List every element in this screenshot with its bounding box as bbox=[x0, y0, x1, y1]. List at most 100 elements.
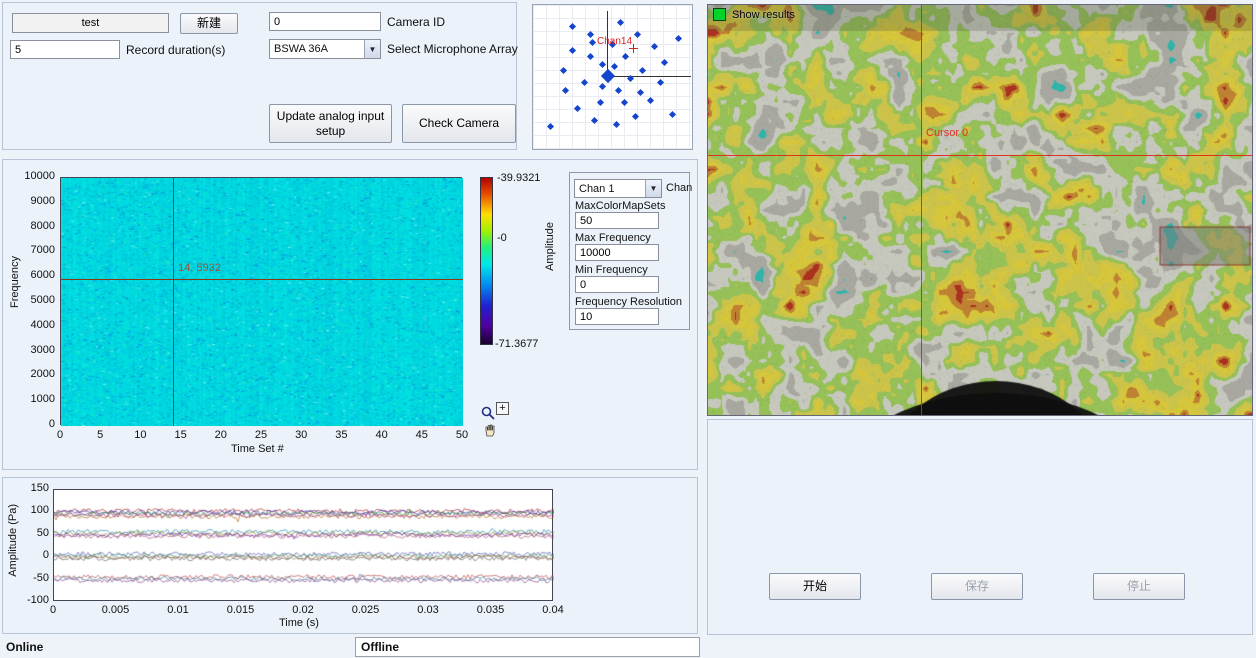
save-button[interactable]: 保存 bbox=[931, 573, 1023, 600]
waveform-plot-area bbox=[53, 489, 553, 601]
cursor-move-tool-icon[interactable]: + bbox=[496, 402, 509, 415]
channel-label: Chan bbox=[666, 182, 692, 194]
spectrogram-x-tick: 30 bbox=[286, 429, 316, 441]
spectrogram-cursor-hline[interactable] bbox=[61, 279, 463, 280]
mic-position-marker bbox=[599, 61, 606, 68]
show-results-control: Show results bbox=[713, 8, 795, 21]
camera-cursor-vline[interactable] bbox=[921, 5, 922, 415]
mic-position-marker bbox=[547, 123, 554, 130]
max-colormap-sets-input[interactable] bbox=[575, 212, 659, 229]
spectrogram-cursor-vline[interactable] bbox=[173, 178, 174, 426]
spectrogram-x-tick: 25 bbox=[246, 429, 276, 441]
check-camera-button[interactable]: Check Camera bbox=[402, 104, 516, 143]
mic-position-marker bbox=[587, 53, 594, 60]
zoom-tool-icon[interactable] bbox=[480, 405, 495, 420]
waveform-y-tick: 100 bbox=[7, 504, 49, 516]
colorbar-mid-value: -0 bbox=[497, 232, 507, 244]
waveform-x-axis-label: Time (s) bbox=[279, 617, 319, 629]
camera-view[interactable]: Cursor 0 Show results bbox=[707, 4, 1253, 416]
waveform-x-tick: 0.02 bbox=[283, 604, 323, 616]
acoustic-camera-app: 新建 Record duration(s) Camera ID BSWA 36A… bbox=[0, 0, 1256, 658]
camera-id-label: Camera ID bbox=[387, 15, 445, 29]
camera-cursor-hline[interactable] bbox=[708, 155, 1252, 156]
max-frequency-input[interactable] bbox=[575, 244, 659, 261]
mic-position-marker bbox=[574, 105, 581, 112]
spectrogram-x-tick: 10 bbox=[125, 429, 155, 441]
new-button[interactable]: 新建 bbox=[180, 13, 238, 34]
mic-position-marker bbox=[657, 79, 664, 86]
spectrogram-x-tick: 40 bbox=[367, 429, 397, 441]
waveform-x-tick: 0.025 bbox=[346, 604, 386, 616]
mic-position-marker bbox=[599, 83, 606, 90]
spectrogram-cursor-label: 14, 5932 bbox=[178, 262, 221, 274]
waveform-y-tick: -50 bbox=[7, 572, 49, 584]
max-colormap-sets-label: MaxColorMapSets bbox=[575, 200, 665, 212]
waveform-y-tick: 50 bbox=[7, 527, 49, 539]
mic-points-layer bbox=[533, 5, 692, 149]
mic-position-marker bbox=[675, 35, 682, 42]
spectrogram-y-tick: 3000 bbox=[15, 344, 55, 356]
spectrogram-image bbox=[61, 178, 463, 426]
waveform-x-tick: 0.03 bbox=[408, 604, 448, 616]
spectrogram-y-tick: 5000 bbox=[15, 294, 55, 306]
mic-position-marker bbox=[569, 23, 576, 30]
waveform-y-tick: 0 bbox=[7, 549, 49, 561]
show-results-checkbox[interactable] bbox=[713, 8, 726, 21]
waveform-x-tick: 0.035 bbox=[471, 604, 511, 616]
spectrogram-x-tick: 35 bbox=[326, 429, 356, 441]
colorbar-min-value: -71.3677 bbox=[495, 338, 538, 350]
actions-panel: 开始 保存 停止 bbox=[707, 419, 1253, 635]
spectrogram-x-tick: 5 bbox=[85, 429, 115, 441]
frequency-resolution-input[interactable] bbox=[575, 308, 659, 325]
mic-position-marker bbox=[597, 99, 604, 106]
mic-position-marker bbox=[639, 67, 646, 74]
waveform-x-tick: 0.005 bbox=[96, 604, 136, 616]
stop-button[interactable]: 停止 bbox=[1093, 573, 1185, 600]
mic-position-marker bbox=[613, 121, 620, 128]
camera-cursor-label: Cursor 0 bbox=[926, 127, 968, 139]
waveform-traces bbox=[54, 490, 554, 602]
selected-channel-label: Chan14 bbox=[597, 36, 632, 47]
chevron-down-icon[interactable]: ▼ bbox=[364, 40, 380, 58]
mic-array-label: Select Microphone Array bbox=[387, 42, 518, 56]
spectrogram-x-tick: 45 bbox=[407, 429, 437, 441]
min-frequency-input[interactable] bbox=[575, 276, 659, 293]
spectrogram-y-tick: 7000 bbox=[15, 244, 55, 256]
acoustic-heatmap-image bbox=[708, 5, 1252, 415]
mic-position-marker bbox=[589, 39, 596, 46]
channel-selected-value: Chan 1 bbox=[575, 183, 645, 195]
mic-array-select[interactable]: BSWA 36A ▼ bbox=[269, 39, 381, 59]
mic-position-marker bbox=[560, 67, 567, 74]
mic-position-marker bbox=[669, 111, 676, 118]
test-name-input[interactable] bbox=[12, 13, 169, 33]
spectrogram-y-tick: 6000 bbox=[15, 269, 55, 281]
update-analog-input-button[interactable]: Update analog input setup bbox=[269, 104, 392, 143]
mic-array-selected-value: BSWA 36A bbox=[270, 43, 364, 55]
mic-position-marker bbox=[647, 97, 654, 104]
start-button[interactable]: 开始 bbox=[769, 573, 861, 600]
spectrogram-panel: Frequency 14, 5932 Time Set # -39.9321 -… bbox=[2, 159, 698, 470]
camera-id-input[interactable] bbox=[269, 12, 381, 31]
spectrogram-y-tick: 8000 bbox=[15, 220, 55, 232]
chevron-down-icon[interactable]: ▼ bbox=[645, 180, 661, 197]
waveform-x-tick: 0 bbox=[33, 604, 73, 616]
spectrogram-x-axis-label: Time Set # bbox=[231, 443, 284, 455]
online-status-label: Online bbox=[6, 640, 43, 654]
colorbar-label: Amplitude bbox=[544, 222, 556, 271]
array-center-marker bbox=[601, 69, 615, 83]
spectrogram-y-tick: 4000 bbox=[15, 319, 55, 331]
spectrogram-plot-area[interactable]: 14, 5932 bbox=[60, 177, 462, 425]
record-duration-input[interactable] bbox=[10, 40, 120, 59]
channel-select[interactable]: Chan 1 ▼ bbox=[574, 179, 662, 198]
waveform-y-tick: 150 bbox=[7, 482, 49, 494]
spectrogram-y-tick: 9000 bbox=[15, 195, 55, 207]
spectrogram-y-tick: 2000 bbox=[15, 368, 55, 380]
spectrogram-x-tick: 15 bbox=[166, 429, 196, 441]
spectrogram-x-tick: 20 bbox=[206, 429, 236, 441]
mic-position-marker bbox=[569, 47, 576, 54]
max-frequency-label: Max Frequency bbox=[575, 232, 651, 244]
mic-position-marker bbox=[617, 19, 624, 26]
pan-hand-tool-icon[interactable] bbox=[482, 422, 497, 437]
amplitude-colorbar bbox=[480, 177, 493, 345]
mic-position-marker bbox=[622, 53, 629, 60]
